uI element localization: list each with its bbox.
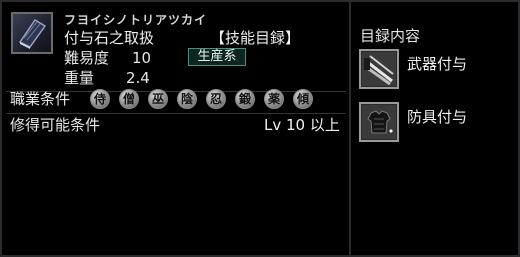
contents-title: 目録内容	[360, 27, 421, 45]
requirement-label: 修得可能条件	[10, 116, 101, 134]
contents-entry-armor[interactable]: 防具付与	[359, 102, 509, 142]
job-badge-monk: 僧	[119, 89, 139, 109]
requirement-value: Lv 10 以上	[264, 116, 340, 134]
job-requirement-label: 職業条件	[10, 90, 71, 108]
item-type: 【技能目録】	[210, 29, 301, 47]
item-reading: フヨイシノトリアツカイ	[64, 13, 208, 27]
book-icon[interactable]	[11, 12, 53, 54]
item-name: 付与石之取扱	[64, 29, 155, 47]
job-badge-onmyoji: 陰	[177, 89, 197, 109]
job-badge-kabuki: 傾	[293, 89, 313, 109]
job-badge-samurai: 侍	[90, 89, 110, 109]
weight-label: 重量	[64, 69, 95, 87]
job-badge-shrine: 巫	[148, 89, 168, 109]
divider	[6, 113, 346, 114]
contents-entry-label: 武器付与	[407, 55, 468, 73]
item-info-panel: フヨイシノトリアツカイ 付与石之取扱 【技能目録】 難易度 10 生産系 重量 …	[2, 2, 348, 255]
contents-panel: 目録内容 武器付与 防具付与	[351, 2, 518, 255]
armor-icon	[359, 102, 399, 142]
category-badge: 生産系	[188, 48, 246, 66]
item-tooltip: フヨイシノトリアツカイ 付与石之取扱 【技能目録】 難易度 10 生産系 重量 …	[0, 0, 520, 257]
weight-value: 2.4	[126, 69, 150, 87]
job-badge-smith: 鍛	[235, 89, 255, 109]
contents-entry-weapon[interactable]: 武器付与	[359, 49, 509, 89]
contents-entry-label: 防具付与	[407, 108, 468, 126]
difficulty-label: 難易度	[64, 49, 110, 67]
weapons-icon	[359, 49, 399, 89]
job-badge-medicine: 薬	[264, 89, 284, 109]
job-badge-ninja: 忍	[206, 89, 226, 109]
difficulty-value: 10	[132, 49, 152, 67]
